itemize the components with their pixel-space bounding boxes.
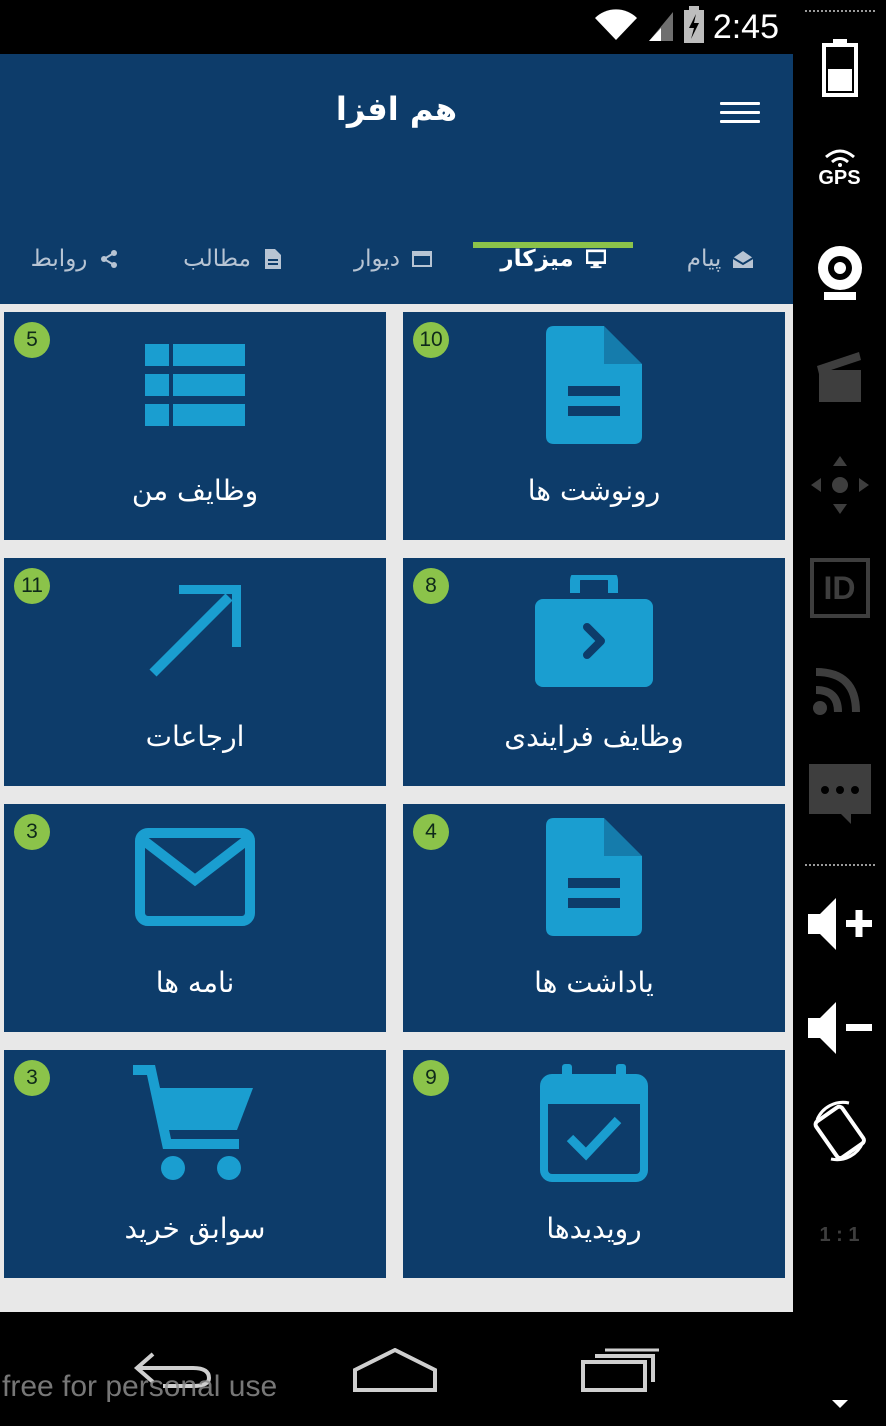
recents-icon [581,1348,659,1392]
count-badge: 9 [413,1060,449,1096]
count-badge: 3 [14,814,50,850]
chat-icon [808,764,871,824]
chevron-down-icon [831,1400,848,1408]
calendar-check-icon [403,1062,785,1184]
tab-payam[interactable]: پیام [660,214,780,304]
hamburger-menu-button[interactable] [720,102,760,130]
battery-control[interactable] [793,36,886,100]
webcam-icon [817,246,862,300]
rotate-icon [813,1100,866,1162]
battery-icon [821,39,858,97]
volume-down-button[interactable] [793,996,886,1060]
tab-ravabet[interactable]: روابط [15,214,135,304]
emulator-side-panel: GPS ID 1 : 1 [793,0,886,1426]
tile-label: رویدیدها [546,1212,642,1245]
active-tab-indicator [473,242,633,248]
document-icon [403,324,785,446]
tile-ronevesht-ha[interactable]: 10 رونوشت ها [403,312,785,540]
more-button[interactable] [793,1392,886,1416]
home-button[interactable] [340,1340,450,1400]
count-badge: 3 [14,1060,50,1096]
tab-divar[interactable]: دیوار [333,214,453,304]
device-id-control[interactable]: ID [793,556,886,620]
volume-up-button[interactable] [793,892,886,956]
tile-label: نامه ها [155,966,235,999]
gps-icon [824,149,855,167]
tile-erjaat[interactable]: 11 ارجاعات [4,558,386,786]
gps-control[interactable]: GPS [793,140,886,196]
tab-matalib[interactable]: مطالب [168,214,298,304]
tab-label: روابط [30,246,88,272]
app-header: هم افزا پیام میزکار دیوار مطالب روابط [0,54,793,304]
tile-savabegh-kharid[interactable]: 3 سوابق خرید [4,1050,386,1278]
camera-control[interactable] [793,240,886,304]
cast-icon [812,668,860,715]
tile-label: رونوشت ها [527,474,661,507]
count-badge: 5 [14,322,50,358]
cart-icon [4,1062,386,1184]
signal-icon [647,8,675,46]
sms-control[interactable] [793,760,886,828]
recents-button[interactable] [566,1340,676,1400]
panel-grip [805,864,875,870]
media-control[interactable] [793,346,886,406]
count-badge: 11 [14,568,50,604]
tile-label: سوابق خرید [124,1212,266,1245]
rotate-button[interactable] [793,1096,886,1166]
document-icon [263,249,283,269]
tile-name-ha[interactable]: 3 نامه ها [4,804,386,1032]
tab-label: پیام [686,246,722,272]
scale-button[interactable]: 1 : 1 [793,1200,886,1270]
count-badge: 8 [413,568,449,604]
tile-vazayef-farayandi[interactable]: 8 وظایف فرایندی [403,558,785,786]
tile-yadasht-ha[interactable]: 4 یاداشت ها [403,804,785,1032]
tile-label: ارجاعات [145,720,245,753]
tile-label: یاداشت ها [534,966,654,999]
menu-icon [720,102,760,105]
tab-bar: پیام میزکار دیوار مطالب روابط [0,214,793,304]
scale-label: 1 : 1 [819,1223,860,1246]
tab-label: مطالب [183,246,251,272]
tile-rooydid-ha[interactable]: 9 رویدیدها [403,1050,785,1278]
volume-up-icon [807,898,872,950]
tab-label: دیوار [353,246,401,272]
android-nav-bar [0,1312,793,1426]
count-badge: 4 [413,814,449,850]
gps-label: GPS [818,166,861,189]
clapperboard-icon [816,352,861,402]
remote-control[interactable] [793,656,886,720]
briefcase-icon [403,570,785,692]
status-time: 2:45 [712,7,779,46]
document-icon [403,816,785,938]
tab-mizkar[interactable]: میزکار [483,214,623,304]
envelope-open-icon [733,249,754,269]
share-icon [99,249,119,269]
arrow-up-right-icon [4,570,386,692]
tile-label: وظایف فرایندی [504,720,684,753]
dashboard-grid: 10 رونوشت ها 5 وظایف من 8 وظایف فرایندی … [0,304,793,1312]
dpad-control[interactable] [793,450,886,520]
envelope-icon [4,816,386,938]
monitor-icon [585,249,606,269]
panel-grip [805,10,875,16]
list-icon [4,324,386,446]
battery-icon [683,6,705,48]
status-bar: 2:45 [0,0,793,54]
id-label: ID [823,569,856,606]
id-badge-icon: ID [809,558,870,618]
tile-vazayef-man[interactable]: 5 وظایف من [4,312,386,540]
watermark-text: free for personal use [2,1370,278,1403]
tab-label: میزکار [500,246,574,272]
count-badge: 10 [413,322,449,358]
dpad-icon [810,456,869,514]
app-title: هم افزا [335,90,458,128]
tile-label: وظایف من [131,474,259,507]
home-icon [353,1348,437,1392]
wifi-icon [593,8,639,46]
window-icon [412,249,433,269]
volume-down-icon [807,1002,872,1054]
